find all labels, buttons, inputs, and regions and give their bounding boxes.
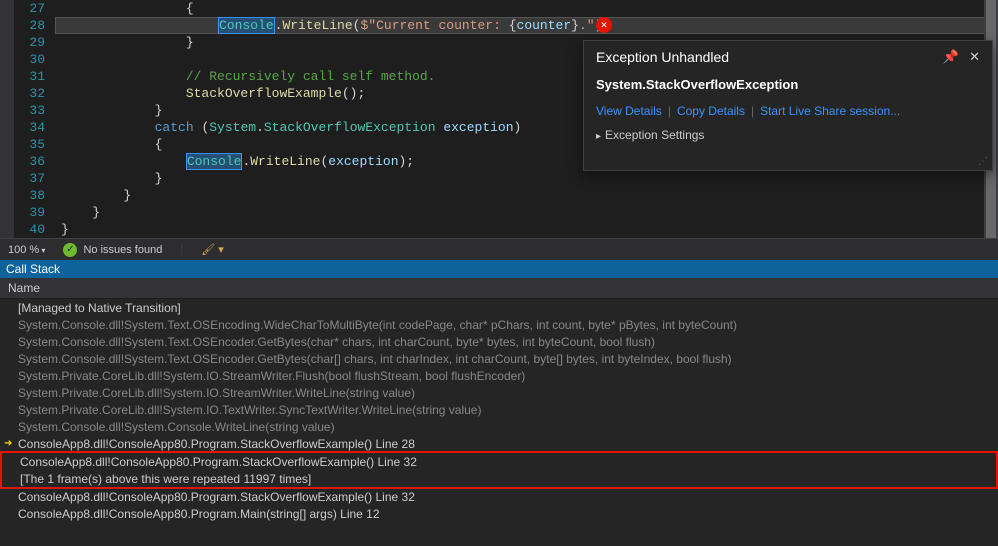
exception-settings-expander[interactable]: Exception Settings <box>596 128 980 142</box>
pin-icon[interactable]: 📌 <box>943 49 959 65</box>
code-content[interactable]: Console.WriteLine($"Current counter: {co… <box>55 17 998 34</box>
exception-type: System.StackOverflowException <box>596 77 980 92</box>
stack-frame[interactable]: System.Console.dll!System.Console.WriteL… <box>0 418 998 435</box>
code-line[interactable]: 37 } <box>0 170 998 187</box>
gutter[interactable] <box>0 136 15 153</box>
stack-frame[interactable]: System.Private.CoreLib.dll!System.IO.Str… <box>0 384 998 401</box>
gutter[interactable] <box>0 51 15 68</box>
stack-frame[interactable]: [The 1 frame(s) above this were repeated… <box>2 470 996 487</box>
stack-frame[interactable]: [Managed to Native Transition] <box>0 299 998 316</box>
editor-status-bar: 100 % ✓ No issues found | 🖌 ▾ <box>0 238 998 260</box>
zoom-level[interactable]: 100 % <box>8 244 45 256</box>
code-content[interactable]: { <box>55 0 998 17</box>
line-number: 30 <box>15 51 55 68</box>
gutter[interactable] <box>0 153 15 170</box>
cleanup-icon[interactable]: 🖌 ▾ <box>201 243 224 256</box>
view-details-link[interactable]: View Details <box>596 104 662 118</box>
gutter[interactable] <box>0 187 15 204</box>
divider: | <box>180 244 183 256</box>
line-number: 40 <box>15 221 55 238</box>
code-editor[interactable]: 27 {28 Console.WriteLine($"Current count… <box>0 0 998 238</box>
stack-frame[interactable]: ConsoleApp8.dll!ConsoleApp80.Program.Sta… <box>2 453 996 470</box>
exception-title: Exception Unhandled <box>596 49 943 65</box>
gutter[interactable] <box>0 170 15 187</box>
code-line[interactable]: 27 { <box>0 0 998 17</box>
call-stack-column-header[interactable]: Name <box>0 278 998 299</box>
gutter[interactable] <box>0 221 15 238</box>
code-content[interactable]: } <box>55 170 998 187</box>
line-number: 33 <box>15 102 55 119</box>
copy-details-link[interactable]: Copy Details <box>677 104 745 118</box>
live-share-link[interactable]: Start Live Share session... <box>760 104 900 118</box>
stack-frame[interactable]: ConsoleApp8.dll!ConsoleApp80.Program.Sta… <box>0 435 998 452</box>
code-line[interactable]: 40} <box>0 221 998 238</box>
exception-badge-icon[interactable]: ✕ <box>596 17 612 33</box>
stack-frame[interactable]: ConsoleApp8.dll!ConsoleApp80.Program.Sta… <box>0 488 998 505</box>
gutter[interactable] <box>0 119 15 136</box>
stack-frame[interactable]: System.Console.dll!System.Text.OSEncodin… <box>0 316 998 333</box>
line-number: 39 <box>15 204 55 221</box>
gutter[interactable] <box>0 0 15 17</box>
check-icon: ✓ <box>63 243 77 257</box>
gutter[interactable] <box>0 68 15 85</box>
line-number: 34 <box>15 119 55 136</box>
line-number: 38 <box>15 187 55 204</box>
line-number: 37 <box>15 170 55 187</box>
stack-frame[interactable]: System.Private.CoreLib.dll!System.IO.Str… <box>0 367 998 384</box>
stack-frame[interactable]: System.Private.CoreLib.dll!System.IO.Tex… <box>0 401 998 418</box>
stack-frame[interactable]: System.Console.dll!System.Text.OSEncoder… <box>0 350 998 367</box>
call-stack-title[interactable]: Call Stack <box>0 260 998 278</box>
call-stack-panel: Call Stack Name [Managed to Native Trans… <box>0 260 998 546</box>
exception-popup: Exception Unhandled 📌 ✕ System.StackOver… <box>583 40 993 171</box>
line-number: 31 <box>15 68 55 85</box>
gutter[interactable] <box>0 34 15 51</box>
call-stack-list[interactable]: [Managed to Native Transition]System.Con… <box>0 299 998 546</box>
line-number: 32 <box>15 85 55 102</box>
line-number: 27 <box>15 0 55 17</box>
code-content[interactable]: } <box>55 204 998 221</box>
stack-frame[interactable]: System.Console.dll!System.Text.OSEncoder… <box>0 333 998 350</box>
close-icon[interactable]: ✕ <box>969 49 980 65</box>
gutter[interactable] <box>0 102 15 119</box>
code-line[interactable]: 28 Console.WriteLine($"Current counter: … <box>0 17 998 34</box>
line-number: 36 <box>15 153 55 170</box>
issues-status[interactable]: ✓ No issues found <box>63 243 162 257</box>
gutter[interactable] <box>0 17 15 34</box>
code-content[interactable]: } <box>55 221 998 238</box>
line-number: 29 <box>15 34 55 51</box>
gutter[interactable] <box>0 85 15 102</box>
gutter[interactable] <box>0 204 15 221</box>
code-line[interactable]: 39 } <box>0 204 998 221</box>
code-line[interactable]: 38 } <box>0 187 998 204</box>
code-content[interactable]: } <box>55 187 998 204</box>
repeated-frames-highlight: ConsoleApp8.dll!ConsoleApp80.Program.Sta… <box>0 451 998 489</box>
line-number: 28 <box>15 17 55 34</box>
resize-handle-icon[interactable]: ⋰ <box>584 154 992 170</box>
line-number: 35 <box>15 136 55 153</box>
stack-frame[interactable]: ConsoleApp8.dll!ConsoleApp80.Program.Mai… <box>0 505 998 522</box>
